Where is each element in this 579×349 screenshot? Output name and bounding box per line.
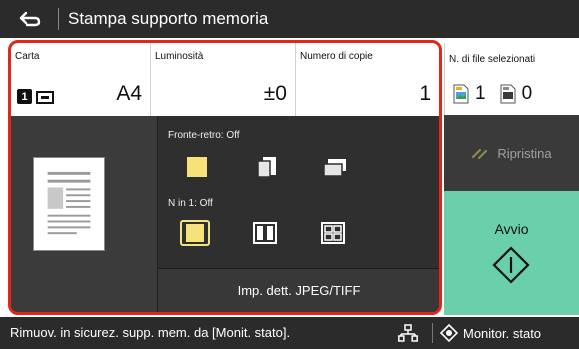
duplex-off-option[interactable] bbox=[182, 154, 212, 180]
paper-tray-icon bbox=[36, 90, 54, 104]
settings-row: Carta 1 A4 Luminosità ±0 Numero di copie… bbox=[11, 43, 439, 116]
status-bar: Rimuov. in sicurez. supp. mem. da [Monit… bbox=[0, 317, 579, 349]
brightness-label: Luminosità bbox=[155, 51, 204, 62]
reset-label: Ripristina bbox=[497, 145, 552, 161]
print-settings-panel: Carta 1 A4 Luminosità ±0 Numero di copie… bbox=[8, 40, 442, 315]
two-in-one-option[interactable] bbox=[250, 220, 280, 246]
duplex-short-edge-icon bbox=[323, 159, 346, 177]
reset-icon bbox=[472, 148, 488, 160]
four-in-one-icon bbox=[321, 222, 345, 244]
single-sided-icon bbox=[187, 157, 207, 177]
back-button[interactable] bbox=[8, 3, 52, 35]
copies-label: Numero di copie bbox=[300, 51, 373, 62]
jpeg-file-count: 1 bbox=[475, 83, 486, 104]
duplex-short-edge-option[interactable] bbox=[320, 154, 350, 180]
one-page-layout-icon bbox=[186, 224, 204, 242]
document-preview-thumbnail bbox=[33, 157, 105, 251]
duplex-label: Fronte-retro: Off bbox=[168, 130, 240, 141]
tray-number-badge: 1 bbox=[17, 89, 32, 104]
start-button[interactable]: Avvio bbox=[444, 191, 579, 315]
duplex-long-edge-option[interactable] bbox=[252, 154, 282, 180]
layout-options: Fronte-retro: Off N in 1: Off Imp. dett.… bbox=[157, 116, 439, 312]
page-title: Stampa supporto memoria bbox=[68, 9, 269, 28]
start-label: Avvio bbox=[494, 221, 529, 237]
start-diamond-icon bbox=[492, 246, 530, 284]
nin1-label: N in 1: Off bbox=[168, 198, 213, 209]
nin1-off-option[interactable] bbox=[180, 220, 210, 246]
four-in-one-option[interactable] bbox=[318, 220, 348, 246]
selected-files-label: N. di file selezionati bbox=[449, 54, 536, 65]
status-monitor-button[interactable]: Monitor. stato bbox=[440, 320, 577, 346]
status-message: Rimuov. in sicurez. supp. mem. da [Monit… bbox=[10, 325, 291, 340]
duplex-long-edge-icon bbox=[257, 157, 276, 178]
tiff-file-count: 0 bbox=[521, 83, 533, 104]
brightness-setting[interactable]: Luminosità ±0 bbox=[151, 43, 296, 116]
paper-size-value: A4 bbox=[116, 82, 142, 105]
right-panel: N. di file selezionati 1 0 Ripristina Av… bbox=[444, 40, 579, 315]
paper-setting[interactable]: Carta 1 A4 bbox=[11, 43, 151, 116]
title-divider bbox=[58, 8, 59, 30]
status-divider bbox=[432, 323, 433, 343]
paper-label: Carta bbox=[15, 51, 40, 62]
two-in-one-icon bbox=[253, 222, 277, 244]
status-monitor-icon bbox=[440, 324, 458, 342]
reset-button[interactable]: Ripristina bbox=[444, 115, 579, 191]
jpeg-tiff-settings-button[interactable]: Imp. dett. JPEG/TIFF bbox=[158, 268, 439, 312]
network-icon bbox=[398, 324, 418, 342]
copies-setting[interactable]: Numero di copie 1 bbox=[296, 43, 439, 116]
title-bar: Stampa supporto memoria bbox=[0, 0, 579, 38]
selected-files-count[interactable]: N. di file selezionati 1 0 bbox=[444, 43, 579, 115]
back-arrow-icon bbox=[19, 11, 41, 27]
tiff-file-icon bbox=[500, 84, 516, 104]
preview-area[interactable] bbox=[11, 116, 157, 312]
jpeg-file-icon bbox=[453, 84, 469, 104]
copies-value: 1 bbox=[419, 82, 431, 105]
status-monitor-label: Monitor. stato bbox=[463, 325, 542, 341]
brightness-value: ±0 bbox=[263, 82, 287, 105]
